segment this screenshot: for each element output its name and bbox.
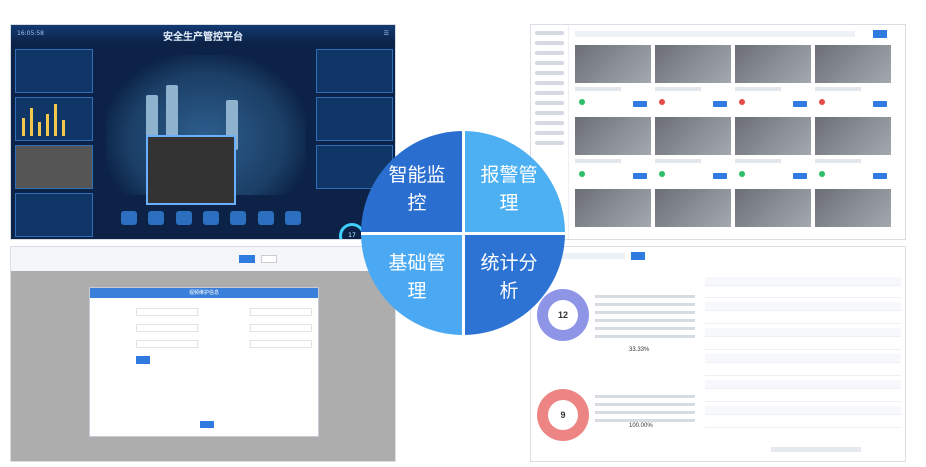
camera-card[interactable] [655,117,731,183]
right-panel-1 [316,49,393,93]
table-row[interactable] [705,341,901,350]
left-chart-panel-2 [15,97,93,141]
camera-card[interactable] [815,189,891,239]
query-button[interactable] [239,255,255,263]
dock-icon[interactable] [284,211,301,225]
table-row[interactable] [705,419,901,428]
modal-field[interactable] [136,324,198,332]
legend-row [595,411,695,414]
filter-bar[interactable] [575,31,855,37]
camera-card[interactable] [575,117,651,183]
camera-card[interactable] [735,117,811,183]
monitoring-dashboard-screenshot: 16:05:58 安全生产管控平台 ☰ 17 [10,24,396,240]
dock-icon[interactable] [175,211,192,225]
legend-total-bottom: 100.00% [629,423,653,429]
dock-icon[interactable] [230,211,247,225]
bar-sparkline [22,104,65,136]
quadrant-basic-management[interactable]: 基础管理 [361,233,463,335]
legend-row [595,303,695,306]
legend-row [595,403,695,406]
modal-field[interactable] [136,340,198,348]
table-row[interactable] [705,354,901,363]
legend-row [595,327,695,330]
camera-card[interactable] [655,189,731,239]
reset-button[interactable] [261,255,277,263]
camera-card[interactable] [735,45,811,111]
left-camera-thumb[interactable] [15,145,93,189]
dashboard-menu-icon[interactable]: ☰ [384,30,389,37]
pagination[interactable] [771,447,861,452]
quadrant-label: 统计分析 [480,252,538,302]
quadrant-label: 基础管理 [388,252,446,302]
legend-row [595,319,695,322]
legend-total-top: 33.33% [629,347,650,353]
alarm-grid-screenshot [530,24,906,240]
table-row[interactable] [705,315,901,324]
modal-title: 视频维护信息 [90,288,318,298]
edit-modal: 视频维护信息 [89,287,319,437]
dock-icon[interactable] [202,211,219,225]
camera-card[interactable] [815,45,891,111]
bottom-dock [121,211,301,237]
left-chart-panel-1 [15,49,93,93]
camera-card[interactable] [575,189,651,239]
modal-field[interactable] [250,340,312,348]
legend-row [595,295,695,298]
modal-field[interactable] [250,324,312,332]
table-header [705,277,901,286]
modal-small-button[interactable] [136,356,150,364]
table-row[interactable] [705,380,901,389]
legend-row [595,395,695,398]
modal-confirm-button[interactable] [200,421,214,428]
donut-bottom-value: 9 [548,400,578,430]
dock-icon[interactable] [121,211,137,225]
dock-icon[interactable] [148,211,165,225]
quadrant-alarm-management[interactable]: 报警管理 [463,131,565,233]
video-popup[interactable] [146,135,236,205]
quadrant-statistical-analysis[interactable]: 统计分析 [463,233,565,335]
table-row[interactable] [705,393,901,402]
left-table-panel [15,193,93,237]
basic-management-screenshot: 视频维护信息 [10,246,396,462]
quadrant-smart-monitoring[interactable]: 智能监控 [361,131,463,233]
modal-field[interactable] [250,308,312,316]
dock-icon[interactable] [257,211,274,225]
search-button[interactable] [873,30,887,38]
quadrant-label: 报警管理 [480,164,538,214]
legend-row [595,335,695,338]
quadrant-divider-vertical [462,131,465,335]
form-filter-row [11,247,395,271]
table-row[interactable] [705,328,901,337]
modal-field[interactable] [136,308,198,316]
legend-row [595,419,695,422]
camera-card[interactable] [815,117,891,183]
camera-card[interactable] [575,45,651,111]
table-row[interactable] [705,367,901,376]
table-row[interactable] [705,406,901,415]
camera-card[interactable] [735,189,811,239]
camera-card[interactable] [655,45,731,111]
table-row[interactable] [705,302,901,311]
table-row[interactable] [705,289,901,298]
stats-query-button[interactable] [631,252,645,260]
legend-row [595,311,695,314]
statistics-screenshot: 12 9 33.33% 100.00% [530,246,906,462]
dashboard-title: 安全生产管控平台 [163,32,243,43]
donut-bottom: 9 [537,389,589,441]
quadrant-label: 智能监控 [388,164,446,214]
